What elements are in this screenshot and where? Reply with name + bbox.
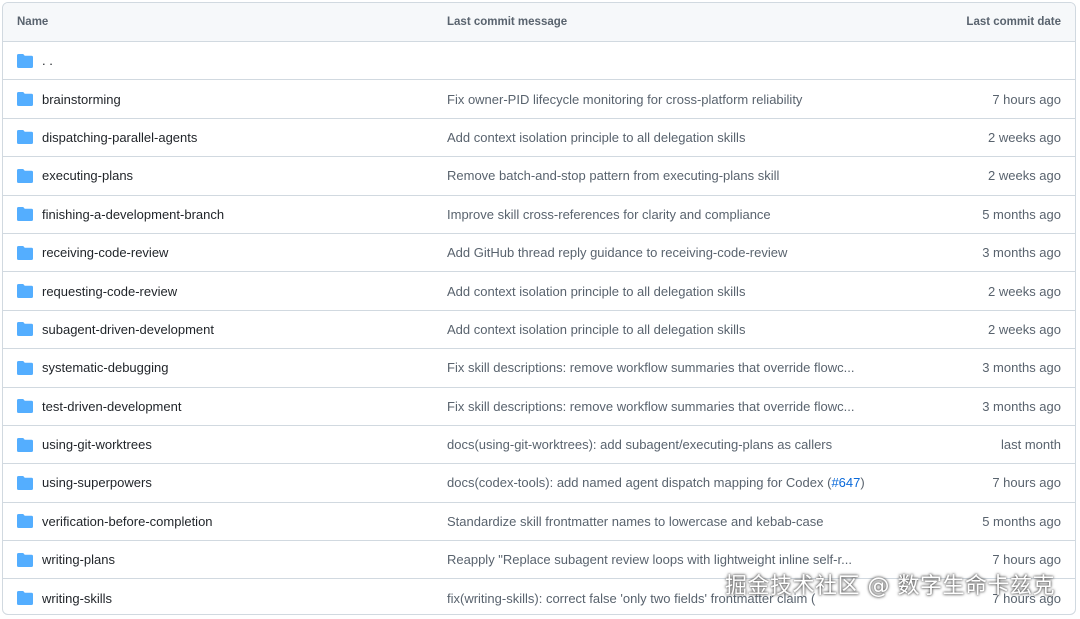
- commit-message-link[interactable]: Add context isolation principle to all d…: [447, 284, 745, 299]
- folder-icon: [17, 475, 33, 490]
- commit-message: Add context isolation principle to all d…: [447, 130, 745, 145]
- directory-link[interactable]: requesting-code-review: [42, 284, 177, 299]
- directory-link[interactable]: writing-skills: [42, 591, 112, 606]
- table-row[interactable]: requesting-code-review Add context isolat…: [3, 271, 1075, 309]
- commit-date: 2 weeks ago: [988, 129, 1061, 145]
- commit-message-link[interactable]: Remove batch-and-stop pattern from execu…: [447, 168, 779, 183]
- directory-link[interactable]: using-git-worktrees: [42, 437, 152, 452]
- directory-link[interactable]: executing-plans: [42, 168, 133, 183]
- commit-message-link[interactable]: Improve skill cross-references for clari…: [447, 207, 771, 222]
- parent-directory-row[interactable]: . .: [3, 41, 1075, 79]
- commit-date: 2 weeks ago: [988, 168, 1061, 184]
- folder-icon: [17, 437, 33, 452]
- folder-icon: [17, 130, 33, 145]
- commit-date: last month: [1001, 437, 1061, 453]
- commit-message: Add context isolation principle to all d…: [447, 322, 745, 337]
- folder-icon: [17, 360, 33, 375]
- table-row[interactable]: receiving-code-review Add GitHub thread r…: [3, 232, 1075, 271]
- table-row[interactable]: subagent-driven-development Add context i…: [3, 309, 1075, 348]
- table-row[interactable]: executing-plans Remove batch-and-stop pat…: [3, 156, 1075, 194]
- folder-icon: [17, 53, 33, 68]
- directory-link[interactable]: brainstorming: [42, 92, 121, 107]
- commit-message: Add GitHub thread reply guidance to rece…: [447, 245, 787, 260]
- directory-link[interactable]: receiving-code-review: [42, 245, 168, 260]
- directory-link[interactable]: dispatching-parallel-agents: [42, 130, 197, 145]
- parent-directory-link[interactable]: . .: [42, 53, 53, 68]
- folder-icon: [17, 284, 33, 299]
- commit-date: 7 hours ago: [992, 91, 1061, 107]
- folder-icon: [17, 399, 33, 414]
- folder-icon: [17, 322, 33, 337]
- commit-message-link[interactable]: Reapply "Replace subagent review loops w…: [447, 552, 852, 567]
- table-row[interactable]: systematic-debugging Fix skill descriptio…: [3, 348, 1075, 386]
- directory-link[interactable]: systematic-debugging: [42, 360, 168, 375]
- folder-icon: [17, 245, 33, 260]
- table-header: Name Last commit message Last commit dat…: [3, 3, 1075, 41]
- commit-message: Reapply "Replace subagent review loops w…: [447, 552, 852, 567]
- table-row[interactable]: dispatching-parallel-agents Add context i…: [3, 117, 1075, 156]
- folder-icon: [17, 168, 33, 183]
- header-commit-message: Last commit message: [447, 16, 568, 28]
- table-row[interactable]: using-superpowers docs(codex-tools): add …: [3, 463, 1075, 501]
- commit-date: 7 hours ago: [992, 552, 1061, 568]
- commit-message-link[interactable]: docs(codex-tools): add named agent dispa…: [447, 475, 831, 490]
- folder-icon: [17, 207, 33, 222]
- header-name: Name: [17, 16, 49, 28]
- commit-message: docs(using-git-worktrees): add subagent/…: [447, 437, 832, 452]
- file-list-table: Name Last commit message Last commit dat…: [2, 2, 1076, 615]
- commit-message-link[interactable]: Add context isolation principle to all d…: [447, 130, 745, 145]
- table-row[interactable]: using-git-worktrees docs(using-git-worktr…: [3, 424, 1075, 463]
- commit-message-link[interactable]: Fix skill descriptions: remove workflow …: [447, 360, 854, 375]
- directory-link[interactable]: using-superpowers: [42, 475, 152, 490]
- table-row[interactable]: verification-before-completion Standardiz…: [3, 501, 1075, 540]
- commit-message-link[interactable]: Add context isolation principle to all d…: [447, 322, 745, 337]
- header-commit-date: Last commit date: [966, 16, 1061, 28]
- folder-icon: [17, 92, 33, 107]
- directory-link[interactable]: test-driven-development: [42, 399, 181, 414]
- commit-message: docs(codex-tools): add named agent dispa…: [447, 475, 865, 490]
- commit-date: 2 weeks ago: [988, 321, 1061, 337]
- commit-message-link[interactable]: Add GitHub thread reply guidance to rece…: [447, 245, 787, 260]
- folder-icon: [17, 552, 33, 567]
- table-row[interactable]: finishing-a-development-branch Improve sk…: [3, 194, 1075, 233]
- commit-message: Remove batch-and-stop pattern from execu…: [447, 168, 779, 183]
- commit-message: Fix skill descriptions: remove workflow …: [447, 360, 854, 375]
- commit-message: Add context isolation principle to all d…: [447, 284, 745, 299]
- commit-date: 7 hours ago: [992, 475, 1061, 491]
- commit-message-link[interactable]: Standardize skill frontmatter names to l…: [447, 514, 823, 529]
- directory-link[interactable]: subagent-driven-development: [42, 322, 214, 337]
- commit-message: Standardize skill frontmatter names to l…: [447, 514, 823, 529]
- commit-date: 3 months ago: [982, 360, 1061, 376]
- commit-message: Fix skill descriptions: remove workflow …: [447, 399, 854, 414]
- commit-date: 3 months ago: [982, 245, 1061, 261]
- commit-date: 3 months ago: [982, 398, 1061, 414]
- directory-link[interactable]: finishing-a-development-branch: [42, 207, 224, 222]
- commit-date: 2 weeks ago: [988, 283, 1061, 299]
- commit-message-suffix: ): [860, 475, 865, 491]
- folder-icon: [17, 514, 33, 529]
- commit-message-link[interactable]: Fix owner-PID lifecycle monitoring for c…: [447, 92, 802, 107]
- commit-message-link[interactable]: docs(using-git-worktrees): add subagent/…: [447, 437, 832, 452]
- commit-date: 5 months ago: [982, 206, 1061, 222]
- commit-date: 5 months ago: [982, 513, 1061, 529]
- directory-link[interactable]: verification-before-completion: [42, 514, 213, 529]
- watermark: 掘金技术社区 @ 数字生命卡兹克: [725, 574, 1055, 599]
- folder-icon: [17, 591, 33, 606]
- table-row[interactable]: brainstorming Fix owner-PID lifecycle mon…: [3, 79, 1075, 117]
- commit-message-link[interactable]: Fix skill descriptions: remove workflow …: [447, 399, 854, 414]
- pull-request-link[interactable]: #647: [831, 475, 860, 490]
- commit-message: Fix owner-PID lifecycle monitoring for c…: [447, 92, 802, 107]
- directory-link[interactable]: writing-plans: [42, 552, 115, 567]
- commit-message: Improve skill cross-references for clari…: [447, 207, 771, 222]
- table-row[interactable]: test-driven-development Fix skill descrip…: [3, 386, 1075, 425]
